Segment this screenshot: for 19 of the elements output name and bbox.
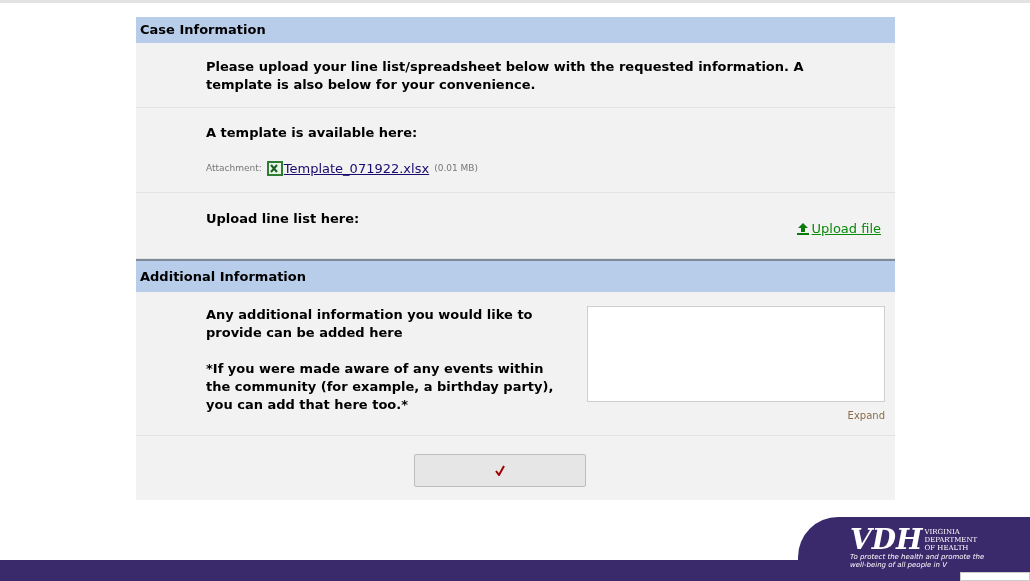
section-header: Case Information: [136, 17, 895, 43]
field-label: A template is available here:: [206, 124, 419, 142]
text-area[interactable]: [587, 306, 885, 402]
vdh-logo: VDH: [850, 527, 923, 553]
check-icon: [494, 465, 505, 476]
description-text: *If you were made aware of any events within the community (for example, a birthday party), you can add that here too.*: [206, 360, 555, 414]
file-size: (0.01 MB): [434, 161, 479, 175]
upload-link[interactable]: Upload file: [796, 219, 881, 239]
expand-link[interactable]: Expand: [847, 408, 885, 423]
thumbnail-panel: [960, 572, 1030, 581]
attachment-label: Attachment:: [206, 161, 262, 175]
submit-button[interactable]: [413, 454, 586, 487]
instruction-text: Please upload your line list/spreadsheet below with the requested information. A template is also below for your convenience.: [206, 58, 805, 94]
description-text: Any additional information you would like to provide can be added here: [206, 306, 534, 342]
section-header: Additional Information: [136, 259, 895, 292]
field-label: Upload line list here:: [206, 210, 360, 228]
file-link[interactable]: Template_071922.xlsx: [283, 158, 430, 178]
spreadsheet-icon: [266, 160, 283, 176]
upload-icon: [796, 222, 809, 235]
